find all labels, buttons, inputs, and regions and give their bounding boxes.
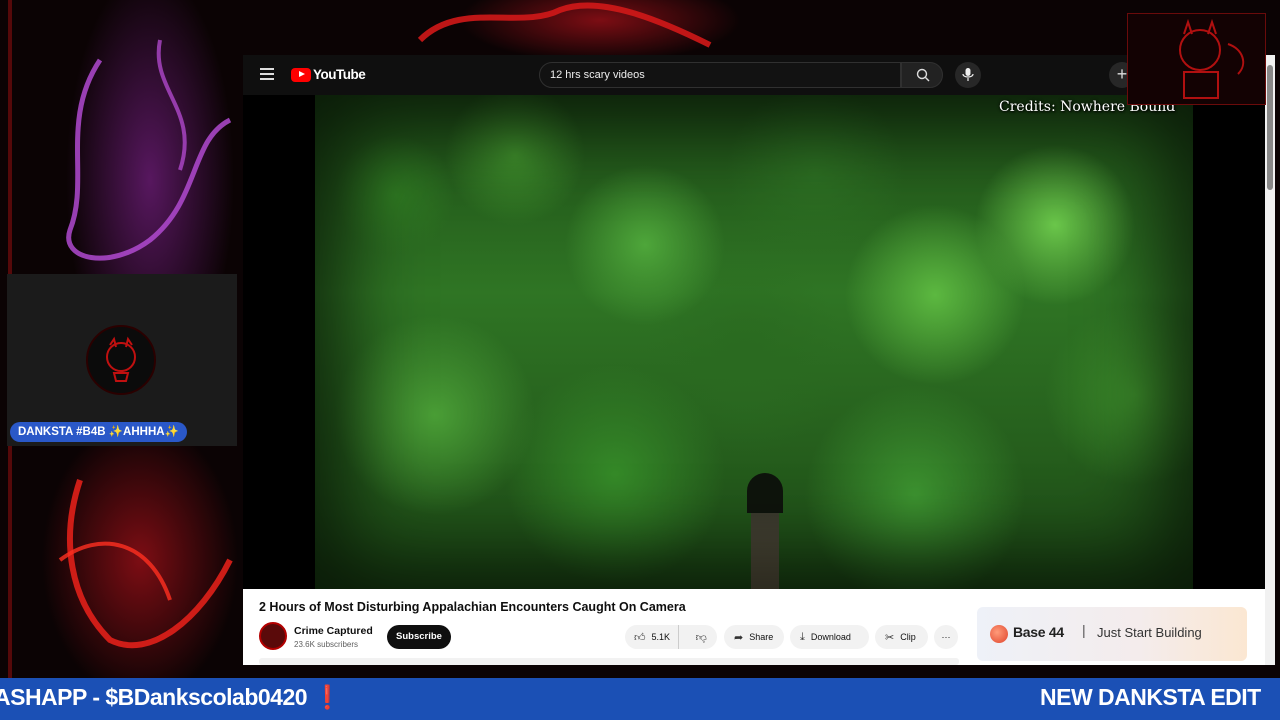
youtube-logo-icon	[291, 67, 311, 82]
ad-tagline: Just Start Building	[1097, 625, 1202, 640]
channel-avatar[interactable]	[259, 622, 287, 650]
mic-icon	[962, 68, 974, 81]
subscribe-button[interactable]: Subscribe	[387, 625, 451, 649]
top-neon-art	[417, 2, 712, 48]
clip-label: Clip	[900, 632, 916, 642]
like-dislike-group: 👍︎ 5.1K 👎︎	[625, 625, 717, 649]
download-button[interactable]: ⤓ Download	[790, 625, 869, 649]
youtube-brand-text: YouTube	[313, 67, 366, 82]
youtube-header: YouTube 12 hrs scary videos +	[243, 55, 1275, 95]
search-input[interactable]: 12 hrs scary videos	[539, 62, 901, 88]
share-label: Share	[749, 632, 774, 642]
share-icon: ➦	[734, 631, 744, 644]
youtube-logo[interactable]: YouTube	[291, 67, 366, 82]
scrollbar-thumb[interactable]	[1267, 65, 1273, 190]
search-icon	[916, 68, 930, 82]
youtube-window: YouTube 12 hrs scary videos + Credits: N…	[243, 55, 1275, 665]
like-icon: 👍︎	[634, 631, 646, 644]
page-scrollbar[interactable]	[1265, 55, 1275, 665]
download-icon: ⤓	[800, 630, 805, 643]
voice-search-button[interactable]	[955, 62, 981, 88]
search-button[interactable]	[901, 62, 943, 88]
video-title: 2 Hours of Most Disturbing Appalachian E…	[259, 600, 686, 614]
ad-logo-icon	[990, 625, 1008, 643]
clip-icon: ✂	[885, 631, 895, 644]
ad-separator: |	[1082, 622, 1086, 638]
ticker-item: NEW DANKSTA EDIT	[1040, 684, 1261, 710]
video-player[interactable]: Credits: Nowhere Bound	[243, 95, 1265, 589]
channel-subscriber-count: 23.6K subscribers	[294, 640, 359, 649]
ad-brand: Base 44	[1013, 624, 1064, 640]
devil-mascot-icon	[1179, 18, 1245, 99]
devil-mascot-icon	[106, 336, 136, 382]
description-box-edge	[259, 658, 959, 665]
scrolling-ticker: ASHAPP - $BDankscolab0420 ❗ NEW DANKSTA …	[0, 678, 1280, 720]
share-button[interactable]: ➦ Share	[724, 625, 784, 649]
sponsored-ad-banner[interactable]: Base 44 | Just Start Building	[977, 607, 1247, 661]
channel-logo-badge	[1127, 13, 1266, 105]
stream-overlay: DANKSTA #B4B ✨AHHHA✨ YouTube 12 hrs scar…	[0, 0, 1280, 720]
dislike-button[interactable]: 👎︎	[685, 631, 717, 644]
like-count: 5.1K	[651, 632, 671, 642]
dislike-icon: 👎︎	[695, 631, 707, 644]
ticker-item: ASHAPP - $BDankscolab0420 ❗	[0, 684, 342, 710]
video-frame	[315, 95, 1193, 589]
download-label: Download	[810, 632, 851, 642]
clip-button[interactable]: ✂ Clip	[875, 625, 928, 649]
channel-name[interactable]: Crime Captured	[294, 625, 373, 637]
more-actions-button[interactable]: ···	[934, 625, 958, 649]
streamer-name-tag: DANKSTA #B4B ✨AHHHA✨	[10, 422, 187, 442]
menu-icon[interactable]	[260, 68, 274, 80]
streamer-avatar	[86, 325, 156, 395]
like-button[interactable]: 👍︎ 5.1K	[625, 625, 680, 649]
